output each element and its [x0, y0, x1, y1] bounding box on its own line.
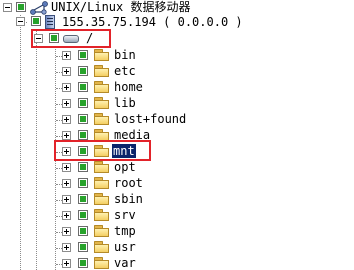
folder-icon: [94, 193, 110, 205]
tree-node-label[interactable]: srv: [114, 208, 136, 222]
expand-toggle[interactable]: [62, 243, 71, 252]
expand-toggle[interactable]: [62, 51, 71, 60]
expand-toggle[interactable]: [62, 99, 71, 108]
selection-state-icon[interactable]: [16, 2, 26, 12]
tree-node-label[interactable]: sbin: [114, 192, 143, 206]
folder-icon: [94, 225, 110, 237]
tree-node-label[interactable]: home: [114, 80, 143, 94]
tree-node-label[interactable]: lost+found: [114, 112, 186, 126]
tree-node-label[interactable]: lib: [114, 96, 136, 110]
tree-node-label[interactable]: 155.35.75.194 ( 0.0.0.0 ): [62, 15, 243, 29]
expand-toggle[interactable]: [62, 259, 71, 268]
folder-icon: [94, 49, 110, 61]
folder-icon: [94, 257, 110, 269]
expand-toggle[interactable]: [62, 115, 71, 124]
folder-icon: [94, 241, 110, 253]
tree-node-label[interactable]: opt: [114, 160, 136, 174]
server-icon: [45, 15, 55, 29]
folder-icon: [94, 65, 110, 77]
expand-toggle[interactable]: [62, 131, 71, 140]
selection-state-icon[interactable]: [78, 258, 88, 268]
tree-node-label[interactable]: UNIX/Linux 数据移动器: [51, 0, 190, 14]
expand-toggle[interactable]: [62, 83, 71, 92]
selection-state-icon[interactable]: [78, 178, 88, 188]
selection-state-icon[interactable]: [78, 162, 88, 172]
selection-state-icon[interactable]: [78, 130, 88, 140]
folder-icon: [94, 81, 110, 93]
expand-toggle[interactable]: [62, 211, 71, 220]
selection-state-icon[interactable]: [31, 16, 41, 26]
tree-line: [20, 15, 21, 270]
selection-state-icon[interactable]: [78, 114, 88, 124]
collapse-toggle[interactable]: [16, 17, 25, 26]
tree-node-label[interactable]: usr: [114, 240, 136, 254]
mnt-highlight-box: [54, 140, 151, 161]
folder-icon: [94, 97, 110, 109]
expand-toggle[interactable]: [62, 227, 71, 236]
expand-toggle[interactable]: [62, 179, 71, 188]
folder-icon: [94, 177, 110, 189]
tree-node-label[interactable]: root: [114, 176, 143, 190]
tree-node-label[interactable]: bin: [114, 48, 136, 62]
selection-state-icon[interactable]: [78, 82, 88, 92]
file-system-tree: UNIX/Linux 数据移动器 155.35.75.194 ( 0.0.0.0…: [0, 0, 354, 270]
network-share-icon: [30, 1, 48, 15]
collapse-toggle[interactable]: [3, 3, 12, 12]
tree-node-label[interactable]: tmp: [114, 224, 136, 238]
selection-state-icon[interactable]: [78, 226, 88, 236]
selection-state-icon[interactable]: [78, 66, 88, 76]
expand-toggle[interactable]: [62, 163, 71, 172]
selection-state-icon[interactable]: [78, 98, 88, 108]
folder-icon: [94, 161, 110, 173]
expand-toggle[interactable]: [62, 195, 71, 204]
tree-node-label[interactable]: etc: [114, 64, 136, 78]
folder-icon: [94, 209, 110, 221]
folder-icon: [94, 113, 110, 125]
tree-node-label[interactable]: var: [114, 256, 136, 270]
selection-state-icon[interactable]: [78, 50, 88, 60]
selection-state-icon[interactable]: [78, 194, 88, 204]
drive-highlight-box: [31, 29, 111, 48]
selection-state-icon[interactable]: [78, 210, 88, 220]
tree-line: [36, 31, 37, 270]
expand-toggle[interactable]: [62, 67, 71, 76]
selection-state-icon[interactable]: [78, 242, 88, 252]
